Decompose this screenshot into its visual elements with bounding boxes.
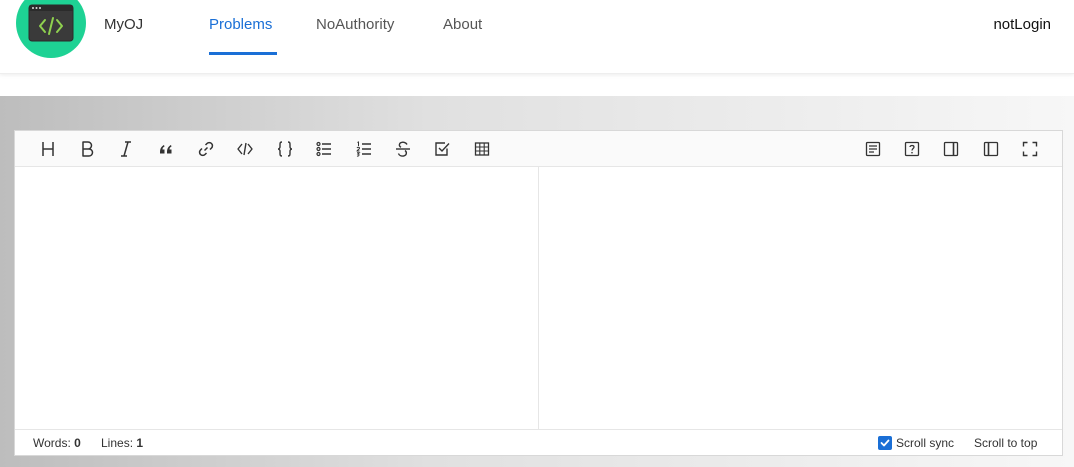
content-area: Words: 0 Lines: 1 Scroll sync Scroll to … [0, 96, 1074, 467]
nav-about[interactable]: About [443, 16, 482, 33]
link-button[interactable] [193, 136, 219, 162]
strikethrough-icon [396, 141, 410, 157]
logo[interactable] [16, 0, 86, 58]
code-window-icon [28, 4, 74, 42]
check-icon [880, 439, 890, 447]
split-view-icon [983, 141, 999, 157]
ordered-list-icon [356, 141, 371, 157]
strikethrough-button[interactable] [390, 136, 416, 162]
brand-name[interactable]: MyOJ [104, 16, 143, 33]
quote-button[interactable] [153, 136, 179, 162]
split-view-button[interactable] [978, 136, 1004, 162]
help-icon [904, 141, 920, 157]
line-count-label: Lines: [101, 436, 134, 450]
nav-problems[interactable]: Problems [209, 16, 272, 33]
italic-icon [121, 141, 131, 157]
fullscreen-button[interactable] [1017, 136, 1043, 162]
fullscreen-icon [1022, 141, 1038, 157]
markdown-editor: Words: 0 Lines: 1 Scroll sync Scroll to … [14, 130, 1063, 456]
editor-preview-pane [539, 167, 1062, 429]
top-navbar: MyOJ Problems NoAuthority About notLogin [0, 0, 1074, 74]
task-list-button[interactable] [429, 136, 455, 162]
code-button[interactable] [232, 136, 258, 162]
heading-icon [42, 142, 54, 156]
task-list-icon [435, 142, 450, 156]
link-icon [198, 141, 214, 157]
word-count: Words: 0 [33, 436, 81, 450]
editor-input-pane[interactable] [15, 167, 539, 429]
editor-toolbar [15, 131, 1062, 167]
ordered-list-button[interactable] [351, 136, 377, 162]
bold-button[interactable] [74, 136, 100, 162]
quote-icon [160, 145, 172, 154]
toc-icon [865, 141, 881, 157]
line-count-value: 1 [136, 436, 144, 450]
heading-button[interactable] [35, 136, 61, 162]
code-block-icon [277, 141, 293, 157]
nav-noauthority[interactable]: NoAuthority [316, 16, 394, 33]
bold-icon [82, 141, 94, 157]
code-block-button[interactable] [272, 136, 298, 162]
word-count-label: Words: [33, 436, 71, 450]
scroll-to-top-button[interactable]: Scroll to top [974, 436, 1037, 450]
table-button[interactable] [469, 136, 495, 162]
editor-status-bar: Words: 0 Lines: 1 Scroll sync Scroll to … [15, 429, 1062, 455]
unordered-list-button[interactable] [311, 136, 337, 162]
code-icon [237, 142, 253, 156]
word-count-value: 0 [74, 436, 81, 450]
preview-only-button[interactable] [938, 136, 964, 162]
italic-button[interactable] [113, 136, 139, 162]
table-icon [474, 142, 490, 156]
toc-button[interactable] [860, 136, 886, 162]
line-count: Lines: 1 [101, 436, 143, 450]
unordered-list-icon [316, 141, 331, 157]
scroll-sync-label[interactable]: Scroll sync [896, 436, 954, 450]
active-nav-indicator [209, 52, 277, 55]
user-login-status[interactable]: notLogin [993, 16, 1051, 33]
help-button[interactable] [899, 136, 925, 162]
preview-only-icon [943, 141, 959, 157]
scroll-sync-checkbox[interactable] [878, 436, 892, 450]
